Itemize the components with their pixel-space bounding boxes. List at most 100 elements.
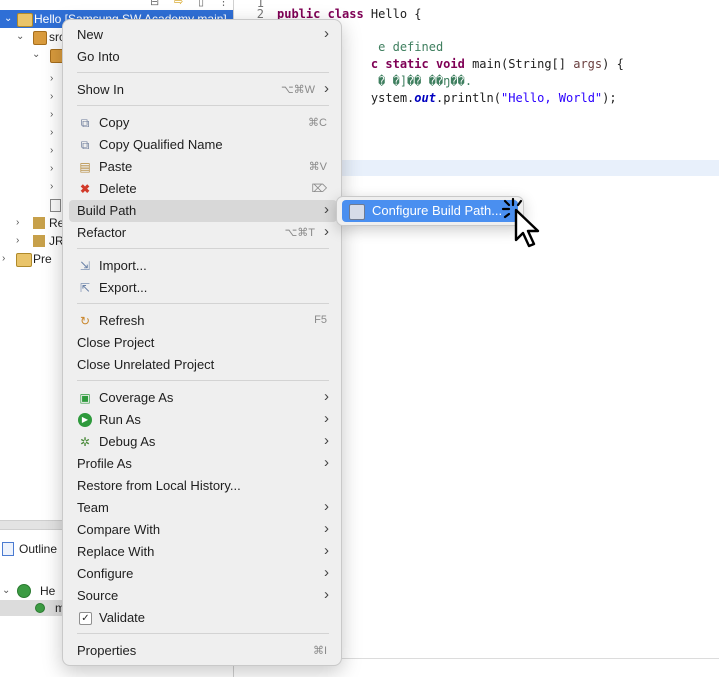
- chevron-right-icon[interactable]: ›: [2, 250, 12, 268]
- menu-item-refactor[interactable]: Refactor ⌥⌘T ›: [69, 222, 337, 244]
- menu-label: Restore from Local History...: [77, 478, 241, 493]
- menu-label: Configure Build Path...: [372, 203, 503, 218]
- menu-shortcut: ⌘C: [308, 117, 327, 129]
- chevron-right-icon[interactable]: ›: [50, 106, 60, 124]
- menu-item-debug-as[interactable]: ✲ Debug As ›: [69, 431, 337, 453]
- outline-icon: [2, 542, 14, 556]
- tree-row-file[interactable]: ›: [0, 142, 62, 160]
- menu-item-build-path[interactable]: Build Path ›: [69, 200, 337, 222]
- pre-label: Pre: [33, 252, 52, 266]
- menu-label: Compare With: [77, 522, 161, 537]
- menu-item-go-into[interactable]: Go Into: [69, 46, 337, 68]
- configure-build-path-icon: [349, 204, 365, 220]
- debug-icon: ✲: [79, 435, 91, 449]
- menu-item-copy[interactable]: ⧉ Copy ⌘C: [69, 112, 337, 134]
- chevron-right-icon[interactable]: ›: [50, 178, 60, 196]
- chevron-right-icon[interactable]: ›: [50, 160, 60, 178]
- menu-item-copy-qualified-name[interactable]: ⧉ Copy Qualified Name: [69, 134, 337, 156]
- chevron-right-icon[interactable]: ›: [50, 70, 60, 88]
- chevron-right-icon[interactable]: ›: [50, 142, 60, 160]
- tree-row-file[interactable]: ›: [0, 178, 62, 196]
- tree-row-referenced-libraries[interactable]: › Re: [0, 214, 64, 232]
- chevron-down-icon[interactable]: ⌄: [2, 583, 12, 599]
- menu-item-paste[interactable]: ▤ Paste ⌘V: [69, 156, 337, 178]
- mouse-pointer-click-icon: [501, 197, 540, 248]
- menu-label: Properties: [77, 643, 137, 658]
- export-icon: ⇱: [79, 281, 91, 295]
- context-menu: New › Go Into Show In ⌥⌘W › ⧉ Copy ⌘C ⧉ …: [62, 19, 342, 666]
- menu-item-close-unrelated-project[interactable]: Close Unrelated Project: [69, 354, 337, 376]
- run-icon: ▶: [78, 413, 92, 427]
- menu-label: Coverage As: [99, 390, 174, 405]
- chevron-right-icon[interactable]: ›: [50, 88, 60, 106]
- menu-item-show-in[interactable]: Show In ⌥⌘W ›: [69, 79, 337, 101]
- menu-item-import[interactable]: ⇲ Import...: [69, 255, 337, 277]
- menu-shortcut: ⌥⌘W: [280, 84, 315, 96]
- link-editor-icon[interactable]: ⇨: [174, 0, 186, 8]
- chevron-down-icon[interactable]: ⌄: [4, 10, 14, 28]
- import-icon: ⇲: [79, 259, 91, 273]
- chevron-right-icon: ›: [324, 432, 329, 449]
- menu-item-replace-with[interactable]: Replace With ›: [69, 541, 337, 563]
- tree-row-other-project[interactable]: › Pre: [0, 250, 62, 268]
- menu-label: Close Unrelated Project: [77, 357, 215, 372]
- tree-row-file[interactable]: ›: [0, 106, 62, 124]
- chevron-down-icon[interactable]: ⌄: [32, 46, 42, 64]
- file-icon: [50, 199, 61, 212]
- tree-row-jre[interactable]: › JR: [0, 232, 64, 250]
- build-path-submenu: Configure Build Path...: [336, 196, 524, 226]
- menu-item-compare-with[interactable]: Compare With ›: [69, 519, 337, 541]
- menu-separator: [77, 303, 329, 304]
- tree-row-file[interactable]: [0, 196, 62, 214]
- menu-shortcut: ⌦: [311, 183, 327, 195]
- menu-item-coverage-as[interactable]: ▣ Coverage As ›: [69, 387, 337, 409]
- menu-item-properties[interactable]: Properties ⌘I: [69, 640, 337, 662]
- menu-label: Run As: [99, 412, 141, 427]
- menu-item-new[interactable]: New ›: [69, 24, 337, 46]
- menu-item-validate[interactable]: ✓ Validate: [69, 607, 337, 629]
- menu-label: Go Into: [77, 49, 120, 64]
- menu-item-close-project[interactable]: Close Project: [69, 332, 337, 354]
- menu-separator: [77, 248, 329, 249]
- collapse-all-icon[interactable]: ⊟: [150, 0, 162, 8]
- project-icon: [16, 253, 32, 267]
- chevron-down-icon[interactable]: ⌄: [16, 28, 26, 46]
- view-menu-icon[interactable]: ⋮: [218, 0, 230, 8]
- chevron-right-icon: ›: [324, 520, 329, 537]
- chevron-right-icon[interactable]: ›: [16, 214, 26, 232]
- menu-label: Source: [77, 588, 119, 603]
- checkbox-checked-icon[interactable]: ✓: [79, 612, 92, 625]
- tree-row-file[interactable]: ›: [0, 124, 62, 142]
- menu-item-delete[interactable]: ✖ Delete ⌦: [69, 178, 337, 200]
- menu-item-export[interactable]: ⇱ Export...: [69, 277, 337, 299]
- chevron-right-icon: ›: [324, 80, 329, 97]
- menu-item-source[interactable]: Source ›: [69, 585, 337, 607]
- outline-tab[interactable]: Outline: [19, 542, 57, 556]
- menu-item-restore-local-history[interactable]: Restore from Local History...: [69, 475, 337, 497]
- menu-label: Copy Qualified Name: [99, 137, 223, 152]
- library-icon: [33, 217, 45, 229]
- chevron-right-icon[interactable]: ›: [50, 124, 60, 142]
- menu-item-run-as[interactable]: ▶ Run As ›: [69, 409, 337, 431]
- copy-qualified-icon: ⧉: [80, 138, 90, 152]
- menu-label: Close Project: [77, 335, 155, 350]
- chevron-right-icon: ›: [324, 25, 329, 42]
- menu-shortcut: ⌘V: [308, 161, 327, 173]
- filter-icon[interactable]: ▯: [198, 0, 210, 8]
- menu-label: Build Path: [77, 203, 137, 218]
- delete-icon: ✖: [79, 182, 91, 196]
- menu-item-profile-as[interactable]: Profile As ›: [69, 453, 337, 475]
- menu-item-refresh[interactable]: ↻ Refresh F5: [69, 310, 337, 332]
- method-icon: [35, 603, 45, 613]
- class-icon: [17, 584, 31, 598]
- tree-row-file[interactable]: ›: [0, 88, 62, 106]
- menu-item-configure[interactable]: Configure ›: [69, 563, 337, 585]
- tree-row-file[interactable]: ›: [0, 160, 62, 178]
- menu-label: Refresh: [99, 313, 145, 328]
- menu-separator: [77, 380, 329, 381]
- menu-item-configure-build-path[interactable]: Configure Build Path...: [342, 200, 518, 222]
- menu-item-team[interactable]: Team ›: [69, 497, 337, 519]
- menu-label: Delete: [99, 181, 137, 196]
- tree-row-file[interactable]: ›: [0, 70, 62, 88]
- chevron-right-icon[interactable]: ›: [16, 232, 26, 250]
